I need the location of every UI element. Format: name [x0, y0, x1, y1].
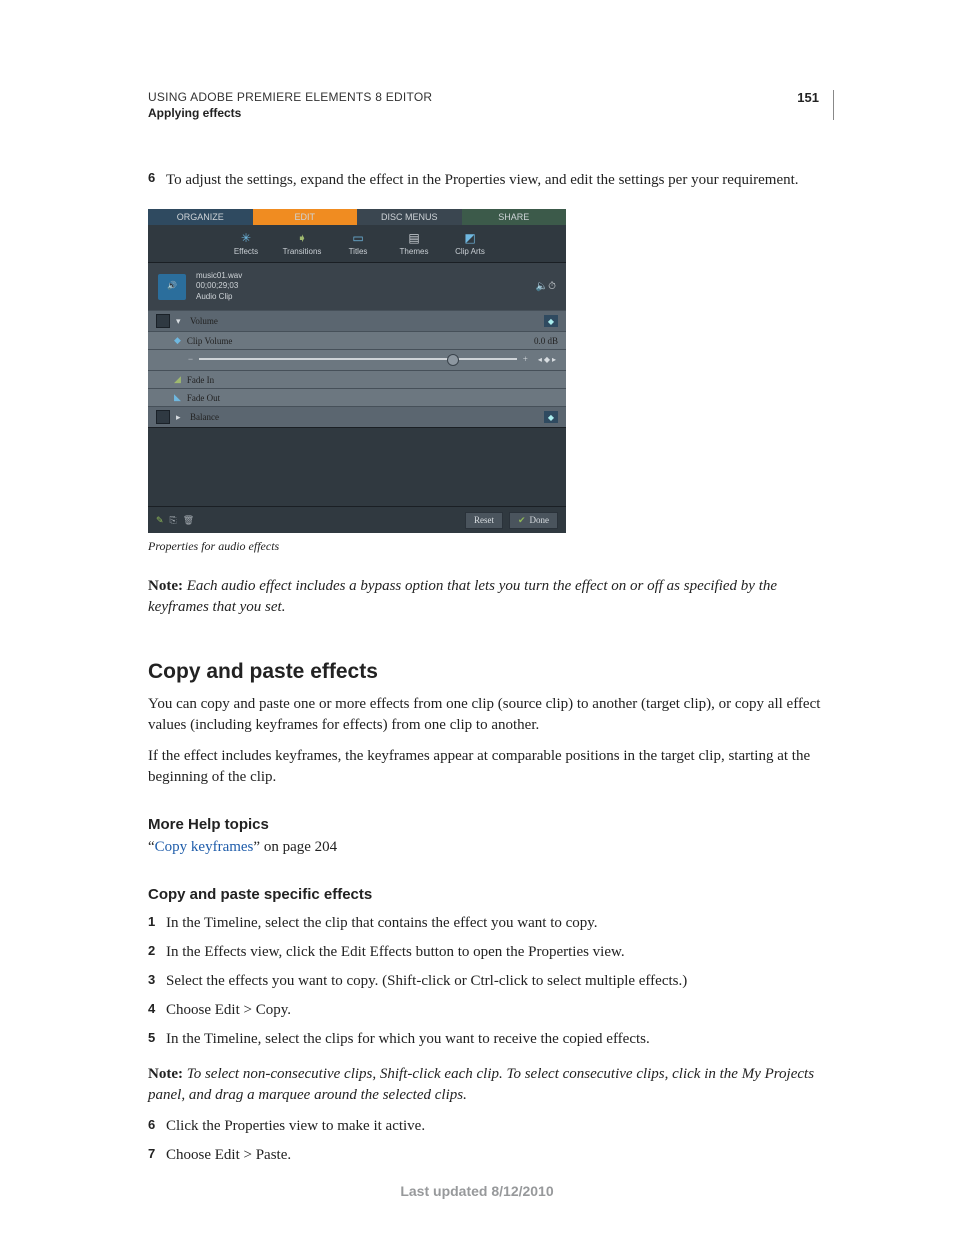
tool-cliparts[interactable]: ◩ Clip Arts: [442, 231, 498, 256]
audio-indicator-icon: 🔈⏱: [536, 280, 556, 293]
subsection-heading: Copy and paste specific effects: [148, 886, 834, 903]
tool-titles[interactable]: ▭ Titles: [330, 231, 386, 256]
tab-organize[interactable]: ORGANIZE: [148, 209, 253, 225]
step-number: 5: [148, 1029, 166, 1050]
prop-label: Fade Out: [187, 393, 220, 403]
note-text: To select non-consecutive clips, Shift-c…: [148, 1066, 814, 1103]
diamond-icon: ◆: [174, 335, 181, 346]
chevron-down-icon: ▾: [176, 316, 186, 327]
tool-transitions[interactable]: ➧ Transitions: [274, 231, 330, 256]
page-number: 151: [797, 90, 819, 105]
figure-properties-panel: ORGANIZE EDIT DISC MENUS SHARE ✳ Effects…: [148, 209, 566, 533]
transitions-icon: ➧: [293, 231, 311, 245]
row-clip-volume: ◆ Clip Volume 0.0 dB: [148, 331, 566, 349]
step-text: Choose Edit > Paste.: [166, 1145, 291, 1166]
slider-knob[interactable]: [447, 354, 459, 366]
prop-label: Fade In: [187, 375, 214, 385]
clip-name: music01.wav: [196, 271, 242, 281]
step-text: In the Timeline, select the clips for wh…: [166, 1029, 650, 1050]
footer-tool-icon[interactable]: ⎘: [170, 515, 177, 526]
step-number: 6: [148, 1116, 166, 1137]
step-number: 2: [148, 942, 166, 963]
step-text: Choose Edit > Copy.: [166, 1000, 291, 1021]
tab-edit[interactable]: EDIT: [253, 209, 358, 225]
page-header: USING ADOBE PREMIERE ELEMENTS 8 EDITOR A…: [148, 90, 834, 120]
footer-last-updated: Last updated 8/12/2010: [0, 1183, 954, 1199]
note-select-clips: Note: To select non-consecutive clips, S…: [148, 1064, 834, 1106]
footer-tool-icon[interactable]: ✎: [156, 515, 164, 526]
tool-label: Transitions: [283, 247, 322, 256]
keyframe-nav-icon[interactable]: ◂ ◆ ▸: [538, 355, 556, 364]
row-balance[interactable]: ▸ Balance ◆: [148, 406, 566, 427]
paragraph: If the effect includes keyframes, the ke…: [148, 746, 834, 788]
clip-duration: 00;00;29;03: [196, 281, 242, 291]
row-volume[interactable]: ▾ Volume ◆: [148, 310, 566, 331]
chevron-right-icon: ▸: [176, 412, 186, 423]
step-text: In the Timeline, select the clip that co…: [166, 913, 598, 934]
eye-toggle[interactable]: [156, 410, 170, 424]
themes-icon: ▤: [405, 231, 423, 245]
speaker-icon: 🔊: [158, 274, 186, 300]
trash-icon[interactable]: 🗑: [183, 515, 194, 526]
clip-header: 🔊 music01.wav 00;00;29;03 Audio Clip 🔈⏱: [148, 263, 566, 310]
tool-label: Clip Arts: [455, 247, 485, 256]
done-button[interactable]: ✔ Done: [509, 512, 558, 529]
keyframe-icon[interactable]: ◆: [544, 411, 558, 423]
effects-icon: ✳: [237, 231, 255, 245]
fadein-icon: ◢: [174, 374, 181, 385]
step-number: 4: [148, 1000, 166, 1021]
prop-value: 0.0 dB: [534, 336, 558, 346]
eye-toggle[interactable]: [156, 314, 170, 328]
figure-caption: Properties for audio effects: [148, 539, 834, 554]
cliparts-icon: ◩: [461, 231, 479, 245]
link-copy-keyframes[interactable]: Copy keyframes: [155, 839, 254, 855]
step-text: Click the Properties view to make it act…: [166, 1116, 425, 1137]
doc-section: Applying effects: [148, 106, 432, 120]
volume-slider[interactable]: − + ◂ ◆ ▸: [148, 349, 566, 370]
keyframe-icon[interactable]: ◆: [544, 315, 558, 327]
reset-button[interactable]: Reset: [465, 512, 503, 529]
more-help-heading: More Help topics: [148, 816, 834, 833]
row-fade-out[interactable]: ◣ Fade Out: [148, 388, 566, 406]
note-text: Each audio effect includes a bypass opti…: [148, 578, 777, 615]
link-suffix: ” on page 204: [253, 839, 337, 855]
titles-icon: ▭: [349, 231, 367, 245]
tool-effects[interactable]: ✳ Effects: [218, 231, 274, 256]
tab-disc-menus[interactable]: DISC MENUS: [357, 209, 462, 225]
step-number: 3: [148, 971, 166, 992]
tool-label: Themes: [400, 247, 429, 256]
prop-label: Volume: [190, 316, 218, 326]
prop-label: Balance: [190, 412, 219, 422]
step-number: 1: [148, 913, 166, 934]
step-text: In the Effects view, click the Edit Effe…: [166, 942, 625, 963]
tool-themes[interactable]: ▤ Themes: [386, 231, 442, 256]
clip-type: Audio Clip: [196, 292, 242, 302]
note-audio-bypass: Note: Each audio effect includes a bypas…: [148, 576, 834, 618]
tool-label: Titles: [349, 247, 368, 256]
doc-title: USING ADOBE PREMIERE ELEMENTS 8 EDITOR: [148, 90, 432, 104]
note-label: Note:: [148, 1066, 183, 1082]
prop-label: Clip Volume: [187, 336, 232, 346]
check-icon: ✔: [518, 515, 526, 526]
row-fade-in[interactable]: ◢ Fade In: [148, 370, 566, 388]
paragraph: You can copy and paste one or more effec…: [148, 694, 834, 736]
step-number: 7: [148, 1145, 166, 1166]
step-text: To adjust the settings, expand the effec…: [166, 170, 799, 191]
section-heading: Copy and paste effects: [148, 660, 834, 684]
fadeout-icon: ◣: [174, 392, 181, 403]
step-number: 6: [148, 170, 166, 191]
step-text: Select the effects you want to copy. (Sh…: [166, 971, 687, 992]
panel-empty-area: [148, 427, 566, 506]
note-label: Note:: [148, 578, 183, 594]
tool-label: Effects: [234, 247, 258, 256]
tab-share[interactable]: SHARE: [462, 209, 567, 225]
done-label: Done: [530, 515, 550, 525]
quote-open: “: [148, 839, 155, 855]
